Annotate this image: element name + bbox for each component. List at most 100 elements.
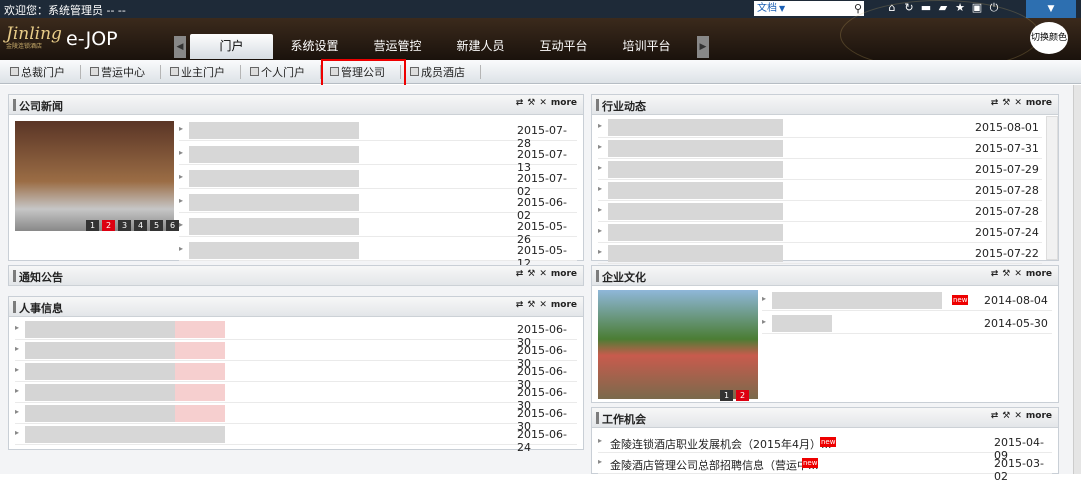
list-item[interactable]: ▸ 2015-07-24 <box>598 222 1042 243</box>
list-item[interactable]: ▸ 2015-06-24 <box>15 424 577 454</box>
subnav-label: 业主门户 <box>181 65 225 79</box>
list-item[interactable]: ▸ 2015-06-30 <box>15 361 577 391</box>
slide-indicator[interactable]: 3 <box>118 220 131 231</box>
close-icon[interactable]: ✕ <box>1014 98 1022 108</box>
news-photo[interactable] <box>15 121 174 231</box>
list-item[interactable]: ▸ 2015-07-22 <box>598 243 1042 264</box>
redacted-title[interactable] <box>608 119 783 136</box>
redacted-title[interactable] <box>189 218 359 235</box>
subnav-item[interactable]: 营运中心 <box>90 64 145 79</box>
more-link[interactable]: more <box>551 98 577 108</box>
list-item[interactable]: ▸ 2015-06-30 <box>15 403 577 433</box>
close-icon[interactable]: ✕ <box>1014 411 1022 421</box>
redacted-title[interactable] <box>189 122 359 139</box>
redacted-title[interactable] <box>25 342 225 359</box>
redacted-title[interactable] <box>189 146 359 163</box>
list-item[interactable]: ▸ new 2014-08-04 <box>762 290 1052 311</box>
more-link[interactable]: more <box>1026 269 1052 279</box>
redacted-title[interactable] <box>608 161 783 178</box>
list-item[interactable]: ▸ 2015-08-01 <box>598 117 1042 138</box>
list-item[interactable]: ▸ 2015-07-13 <box>179 144 577 174</box>
redacted-title[interactable] <box>189 242 359 259</box>
wrench-icon[interactable]: ⚒ <box>527 98 535 108</box>
list-item[interactable]: ▸ 2015-05-12 <box>179 240 577 270</box>
redacted-title[interactable] <box>189 170 359 187</box>
redacted-title[interactable] <box>25 384 225 401</box>
tab-item[interactable]: 新建人员 <box>439 34 522 58</box>
list-item[interactable]: ▸ 2015-07-28 <box>598 180 1042 201</box>
more-link[interactable]: more <box>1026 411 1052 421</box>
refresh-icon[interactable]: ⇄ <box>516 300 524 310</box>
list-item[interactable]: ▸ 2015-07-28 <box>598 201 1042 222</box>
window-scrollbar[interactable] <box>1073 85 1081 474</box>
tab-item[interactable]: 营运管控 <box>356 34 439 58</box>
redacted-title[interactable] <box>608 245 783 262</box>
redacted-title[interactable] <box>608 182 783 199</box>
redacted-title[interactable] <box>189 194 359 211</box>
subnav-item[interactable]: 成员酒店 <box>410 64 465 79</box>
refresh-icon[interactable]: ⇄ <box>991 411 999 421</box>
job-title-link[interactable]: 金陵酒店管理公司总部招聘信息（营运中... <box>610 457 819 473</box>
more-link[interactable]: more <box>551 300 577 310</box>
refresh-icon[interactable]: ⇄ <box>991 269 999 279</box>
list-item[interactable]: ▸ 2015-05-26 <box>179 216 577 246</box>
list-item[interactable]: ▸ 2015-07-31 <box>598 138 1042 159</box>
tab-item[interactable]: 培训平台 <box>605 34 688 58</box>
list-item[interactable]: ▸ 2015-06-30 <box>15 319 577 349</box>
redacted-title[interactable] <box>608 224 783 241</box>
job-title-link[interactable]: 金陵连锁酒店职业发展机会（2015年4月）... <box>610 436 831 452</box>
list-item[interactable]: ▸ 2015-07-02 <box>179 168 577 198</box>
close-icon[interactable]: ✕ <box>539 300 547 310</box>
dropdown-icon[interactable]: ▼ <box>1026 0 1076 18</box>
slide-indicator[interactable]: 6 <box>166 220 179 231</box>
redacted-title[interactable] <box>25 405 225 422</box>
close-icon[interactable]: ✕ <box>1014 269 1022 279</box>
redacted-title[interactable] <box>772 315 832 332</box>
industry-panel: 行业动态 ⇄ ⚒ ✕ more ▸ 2015-08-01 ▸ 2015-07-31 ▸ 2015… <box>591 94 1059 264</box>
redacted-title[interactable] <box>608 140 783 157</box>
redacted-title[interactable] <box>25 321 225 338</box>
subnav-item[interactable]: 业主门户 <box>170 64 225 79</box>
slide-indicator[interactable]: 5 <box>150 220 163 231</box>
tab-item[interactable]: 门户 <box>190 34 273 59</box>
redacted-title[interactable] <box>608 203 783 220</box>
tab-item[interactable]: 系统设置 <box>273 34 356 58</box>
list-item[interactable]: ▸ 2015-06-30 <box>15 382 577 412</box>
subnav-item[interactable]: 个人门户 <box>250 64 305 79</box>
refresh-icon[interactable]: ⇄ <box>516 98 524 108</box>
wrench-icon[interactable]: ⚒ <box>1002 411 1010 421</box>
list-item[interactable]: ▸ 2015-06-02 <box>179 192 577 222</box>
tabs-next-button[interactable]: ▶ <box>697 36 709 58</box>
slide-indicator[interactable]: 1 <box>86 220 99 231</box>
refresh-icon[interactable]: ⇄ <box>516 269 524 279</box>
list-item[interactable]: ▸ 2015-07-29 <box>598 159 1042 180</box>
list-item[interactable]: ▸ 金陵连锁酒店职业发展机会（2015年4月）... new 2015-04-09 <box>598 432 1052 462</box>
close-icon[interactable]: ✕ <box>539 98 547 108</box>
refresh-icon[interactable]: ⇄ <box>991 98 999 108</box>
close-icon[interactable]: ✕ <box>539 269 547 279</box>
wrench-icon[interactable]: ⚒ <box>1002 269 1010 279</box>
redacted-title[interactable] <box>25 363 225 380</box>
tab-item[interactable]: 互动平台 <box>522 34 605 58</box>
subnav-item[interactable]: 总裁门户 <box>10 64 65 79</box>
wrench-icon[interactable]: ⚒ <box>1002 98 1010 108</box>
wrench-icon[interactable]: ⚒ <box>527 300 535 310</box>
more-link[interactable]: more <box>1026 98 1052 108</box>
wrench-icon[interactable]: ⚒ <box>527 269 535 279</box>
more-link[interactable]: more <box>551 269 577 279</box>
list-item[interactable]: ▸ 2015-06-30 <box>15 340 577 370</box>
list-item[interactable]: ▸ 2014-05-30 <box>762 313 1052 334</box>
color-switch-button[interactable]: 切换颜色 <box>1030 22 1068 54</box>
slide-indicator[interactable]: 2 <box>736 390 749 401</box>
slide-indicator[interactable]: 2 <box>102 220 115 231</box>
redacted-title[interactable] <box>772 292 942 309</box>
culture-photo[interactable] <box>598 290 758 399</box>
industry-scrollbar[interactable] <box>1046 116 1058 260</box>
slide-indicator[interactable]: 1 <box>720 390 733 401</box>
slide-indicator[interactable]: 4 <box>134 220 147 231</box>
tabs-prev-button[interactable]: ◀ <box>174 36 186 58</box>
list-item[interactable]: ▸ 2015-07-28 <box>179 120 577 150</box>
redacted-title[interactable] <box>25 426 225 443</box>
search-type-select[interactable]: 文档 ▼ ⚲ <box>754 1 864 16</box>
list-item[interactable]: ▸ 金陵酒店管理公司总部招聘信息（营运中... new 2015-03-02 <box>598 453 1052 483</box>
